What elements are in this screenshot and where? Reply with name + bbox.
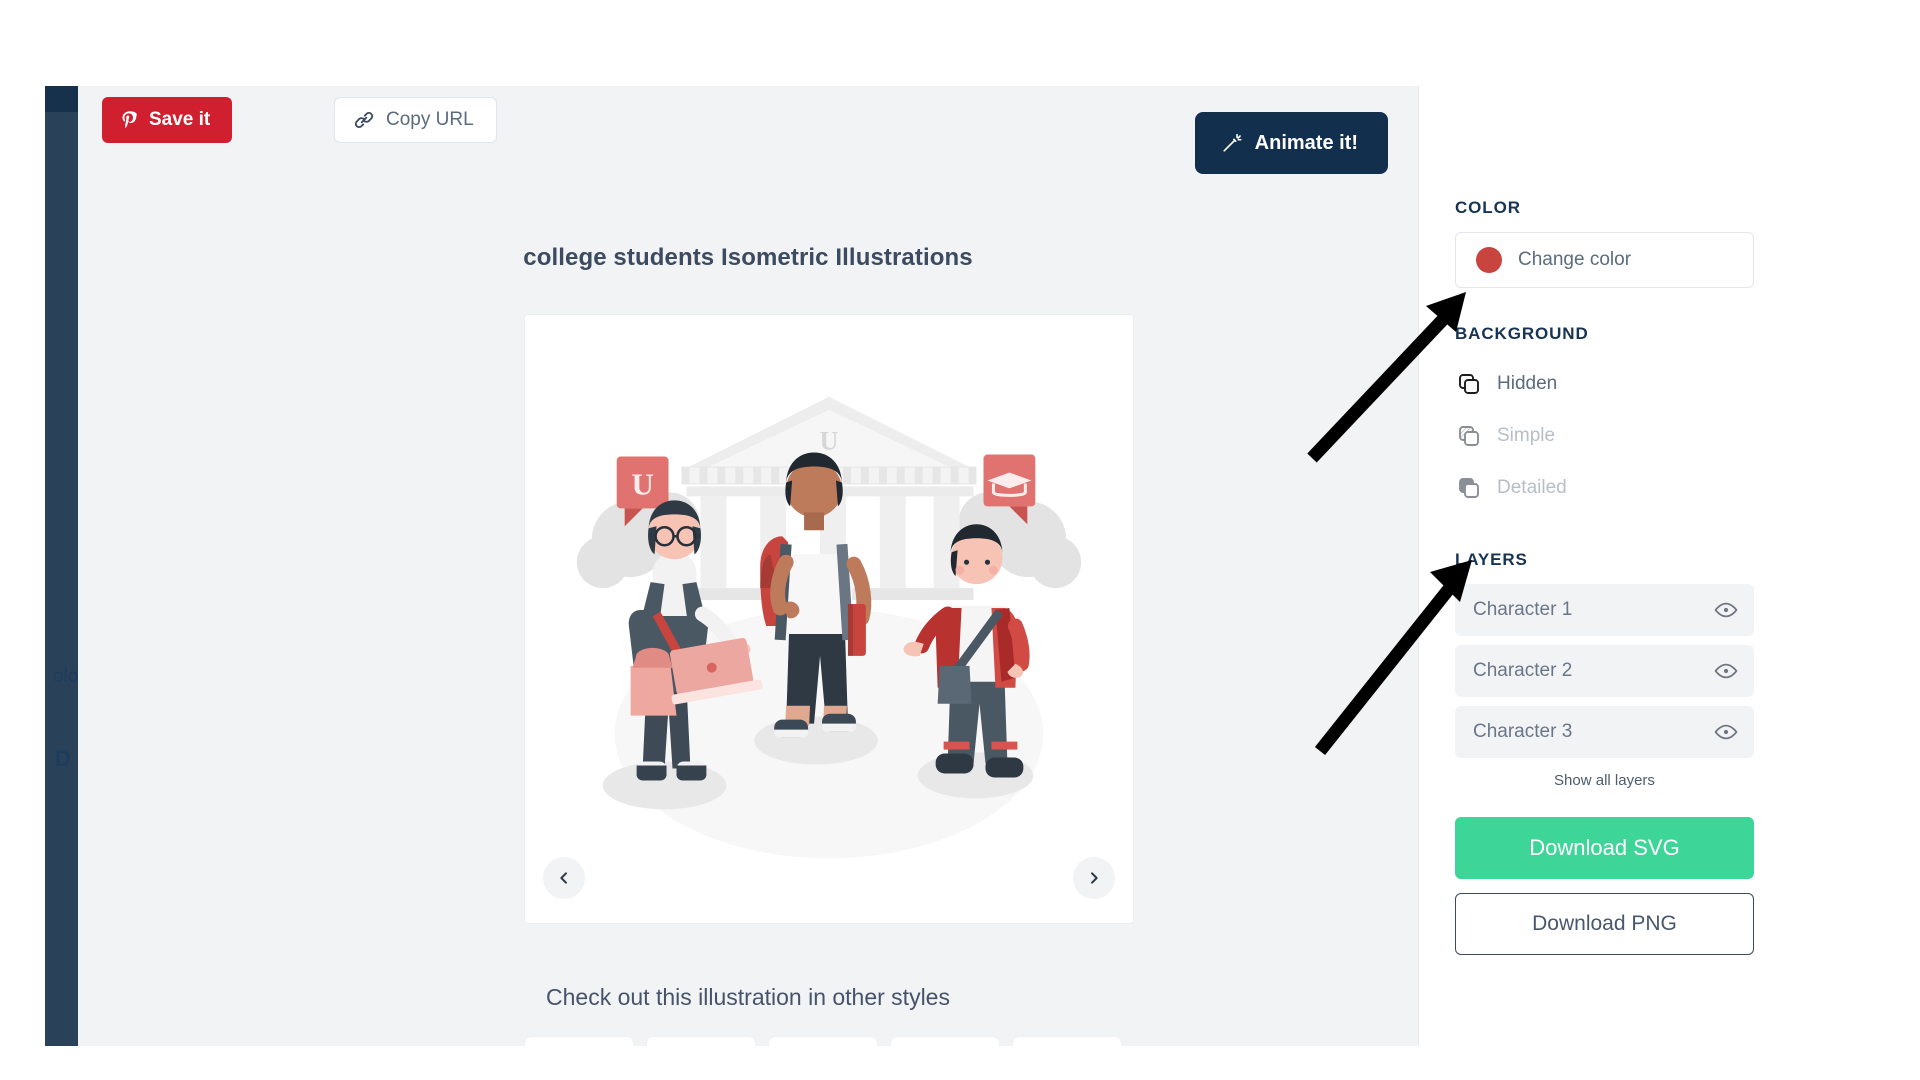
options-sidebar: COLOR Change color BACKGROUND Hidden Sim… (1418, 86, 1790, 1046)
next-illustration-button[interactable] (1073, 857, 1115, 899)
background-section-heading: BACKGROUND (1455, 324, 1589, 343)
style-thumbnail-5[interactable] (1012, 1036, 1122, 1046)
style-thumbnail-2[interactable] (646, 1036, 756, 1046)
layer-name: Character 1 (1473, 599, 1573, 620)
svg-text:U: U (631, 466, 653, 501)
background-option-label: Hidden (1497, 373, 1558, 394)
change-color-button[interactable]: Change color (1455, 232, 1754, 288)
color-swatch-icon (1476, 247, 1502, 273)
eye-icon[interactable] (1714, 663, 1738, 679)
illustration-canvas: U U (524, 314, 1134, 924)
chevron-right-icon (1086, 870, 1102, 886)
layer-row[interactable]: Character 3 (1455, 706, 1754, 758)
layers-simple-icon (1457, 424, 1481, 448)
download-svg-button[interactable]: Download SVG (1455, 817, 1754, 879)
college-students-illustration: U U (576, 396, 1082, 859)
download-png-button[interactable]: Download PNG (1455, 893, 1754, 955)
background-option-label: Detailed (1497, 477, 1567, 498)
link-icon (353, 109, 375, 131)
background-option-hidden[interactable]: Hidden (1455, 358, 1754, 410)
layers-hidden-icon (1457, 372, 1481, 396)
magic-wand-icon (1221, 132, 1243, 154)
eye-icon[interactable] (1714, 724, 1738, 740)
copy-url-label: Copy URL (386, 109, 474, 130)
style-thumbnail-4[interactable] (890, 1036, 1000, 1046)
layer-name: Character 2 (1473, 660, 1573, 681)
chevron-left-icon (556, 870, 572, 886)
copy-url-button[interactable]: Copy URL (334, 97, 497, 143)
color-section-heading: COLOR (1455, 198, 1521, 217)
style-thumbnail-1[interactable] (524, 1036, 634, 1046)
background-section: BACKGROUND Hidden Simple Detailed (1455, 324, 1754, 514)
eye-icon[interactable] (1714, 602, 1738, 618)
page-root: olo D Save it Copy URL Animate it! colle… (0, 0, 1920, 1080)
layers-detailed-icon (1457, 476, 1481, 500)
style-thumbnail-list (524, 1036, 1134, 1046)
layers-section: LAYERS Character 1 Character 2 Character… (1455, 550, 1754, 789)
layer-row[interactable]: Character 2 (1455, 645, 1754, 697)
background-option-simple[interactable]: Simple (1455, 410, 1754, 462)
backdrop-ghost-text: olo (53, 666, 79, 687)
show-all-layers-button[interactable]: Show all layers (1455, 772, 1754, 789)
other-styles-heading: Check out this illustration in other sty… (546, 984, 950, 1010)
background-option-detailed[interactable]: Detailed (1455, 462, 1754, 514)
layer-name: Character 3 (1473, 721, 1573, 742)
background-option-label: Simple (1497, 425, 1556, 446)
save-to-pinterest-button[interactable]: Save it (102, 97, 233, 143)
illustration-detail-modal: Save it Copy URL Animate it! college stu… (78, 86, 1790, 1046)
layers-section-heading: LAYERS (1455, 550, 1528, 569)
svg-text:U: U (820, 427, 839, 456)
pinterest-icon (120, 110, 140, 130)
change-color-label: Change color (1518, 249, 1632, 270)
main-preview-column: Save it Copy URL Animate it! college stu… (78, 86, 1418, 1046)
backdrop-ghost-text: D (55, 746, 71, 771)
animate-button-label: Animate it! (1254, 131, 1358, 154)
previous-illustration-button[interactable] (543, 857, 585, 899)
page-title: college students Isometric Illustrations (523, 244, 973, 271)
animate-it-button[interactable]: Animate it! (1194, 112, 1388, 174)
style-thumbnail-3[interactable] (768, 1036, 878, 1046)
layer-row[interactable]: Character 1 (1455, 584, 1754, 636)
top-toolbar: Save it Copy URL Animate it! (78, 86, 1418, 174)
save-button-label: Save it (149, 109, 211, 130)
